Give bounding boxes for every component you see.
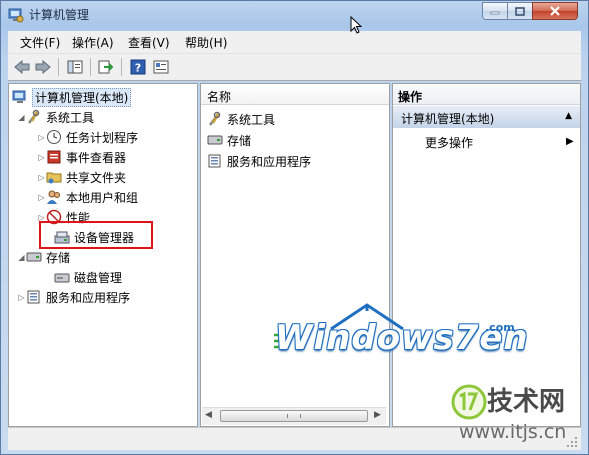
minimize-button[interactable] — [482, 2, 508, 20]
users-icon — [46, 189, 62, 205]
actions-pane: 操作 计算机管理(本地) ▲ 更多操作 ▶ — [392, 83, 581, 427]
close-button[interactable] — [532, 2, 578, 20]
tree-label: 服务和应用程序 — [46, 290, 131, 305]
expand-icon[interactable]: ▷ — [37, 193, 46, 202]
mouse-cursor-icon — [350, 16, 362, 34]
list-item-label: 系统工具 — [227, 112, 276, 127]
event-viewer-icon — [46, 149, 62, 165]
export-list-button[interactable] — [96, 58, 116, 76]
main-window: 计算机管理 文件(F) 操作(A) 查看(V) 帮助(H) ? 计算机管理(本地… — [0, 0, 589, 455]
tools-icon — [26, 109, 42, 125]
list-item-label: 存储 — [227, 133, 252, 148]
tree-label: 系统工具 — [46, 110, 95, 125]
column-name-header[interactable]: 名称 — [207, 88, 231, 105]
list-item[interactable]: 服务和应用程序 — [207, 152, 311, 170]
expand-icon[interactable]: ▷ — [37, 173, 46, 182]
tree-label: 磁盘管理 — [74, 270, 123, 285]
itjs-logo-icon — [451, 384, 487, 420]
tree-item-system-tools[interactable]: ◢ 系统工具 — [17, 108, 94, 126]
minimize-icon — [490, 11, 500, 15]
tree-item-disk-management[interactable]: 磁盘管理 — [54, 268, 122, 286]
help-button[interactable]: ? — [128, 58, 148, 76]
watermark-site-cn: 技术网 — [487, 387, 566, 417]
expand-icon[interactable]: ▷ — [37, 153, 46, 162]
storage-icon — [207, 132, 223, 148]
svg-text:?: ? — [135, 62, 141, 75]
back-arrow-icon — [14, 60, 30, 74]
list-item[interactable]: 系统工具 — [207, 110, 275, 128]
export-list-icon — [98, 60, 114, 74]
submenu-arrow-icon[interactable]: ▶ — [566, 136, 574, 147]
scroll-left-icon[interactable]: ◀ — [205, 410, 212, 420]
scroll-right-icon[interactable]: ▶ — [374, 410, 381, 420]
menu-view[interactable]: 查看(V) — [128, 34, 170, 51]
collapse-icon[interactable]: ◢ — [17, 113, 26, 122]
actions-section-header[interactable]: 计算机管理(本地) ▲ — [393, 106, 580, 128]
tree-label: 事件查看器 — [66, 150, 127, 165]
storage-icon — [26, 249, 42, 265]
back-button[interactable] — [12, 58, 32, 76]
tree-label: 任务计划程序 — [66, 130, 139, 145]
services-icon — [26, 289, 42, 305]
collapse-up-icon[interactable]: ▲ — [565, 111, 572, 121]
tree-item-event-viewer[interactable]: ▷ 事件查看器 — [37, 148, 126, 166]
properties-icon — [153, 60, 169, 74]
list-item[interactable]: 存储 — [207, 131, 251, 149]
actions-section-label: 计算机管理(本地) — [401, 112, 495, 126]
computer-management-icon — [12, 89, 28, 105]
maximize-icon — [515, 6, 525, 16]
menu-action[interactable]: 操作(A) — [72, 34, 114, 51]
list-item-label: 服务和应用程序 — [227, 154, 312, 169]
watermark-url: www.itjs.cn — [459, 421, 567, 443]
horizontal-scrollbar[interactable]: ◀ ▶ — [202, 407, 386, 425]
list-header: 名称 — [201, 84, 389, 105]
services-icon — [207, 153, 223, 169]
tree-root[interactable]: 计算机管理(本地) — [12, 87, 132, 107]
computer-management-icon — [8, 8, 24, 23]
console-tree-pane: 计算机管理(本地) ◢ 系统工具 ▷ 任务计划程序 ▷ 事件查看器 ▷ 共享文件… — [8, 83, 198, 427]
shared-folder-icon — [46, 169, 62, 185]
properties-button[interactable] — [151, 58, 171, 76]
clock-icon — [46, 129, 62, 145]
help-icon: ? — [130, 59, 146, 75]
title-bar[interactable]: 计算机管理 — [1, 1, 588, 29]
more-actions-item[interactable]: 更多操作 — [425, 134, 473, 151]
toolbar: ? — [8, 53, 581, 81]
scroll-thumb[interactable] — [220, 410, 368, 422]
expand-icon[interactable]: ▷ — [17, 293, 26, 302]
maximize-button[interactable] — [507, 2, 533, 20]
tree-root-label: 计算机管理(本地) — [32, 87, 132, 107]
tree-label: 本地用户和组 — [66, 190, 139, 205]
forward-button[interactable] — [33, 58, 53, 76]
highlight-box — [39, 221, 153, 249]
console-tree-icon — [67, 60, 83, 74]
menu-file[interactable]: 文件(F) — [20, 34, 60, 51]
tree-item-task-scheduler[interactable]: ▷ 任务计划程序 — [37, 128, 138, 146]
actions-title: 操作 — [393, 84, 580, 105]
menu-help[interactable]: 帮助(H) — [185, 34, 227, 51]
watermark-com: .com — [485, 321, 515, 334]
tree-item-storage[interactable]: ◢ 存储 — [17, 248, 70, 266]
tools-icon — [207, 111, 223, 127]
menu-bar: 文件(F) 操作(A) 查看(V) 帮助(H) — [8, 31, 581, 53]
tree-item-local-users[interactable]: ▷ 本地用户和组 — [37, 188, 138, 206]
tree-label: 共享文件夹 — [66, 170, 127, 185]
close-icon — [550, 6, 560, 16]
forward-arrow-icon — [35, 60, 51, 74]
show-hide-tree-button[interactable] — [65, 58, 85, 76]
tree-label: 存储 — [46, 250, 71, 265]
collapse-icon[interactable]: ◢ — [17, 253, 26, 262]
tree-item-shared-folders[interactable]: ▷ 共享文件夹 — [37, 168, 126, 186]
expand-icon[interactable]: ▷ — [37, 133, 46, 142]
more-actions-label: 更多操作 — [425, 136, 474, 150]
disk-icon — [54, 269, 70, 285]
list-pane: 名称 系统工具 存储 服务和应用程序 ◀ ▶ — [200, 83, 390, 427]
tree-item-services-apps[interactable]: ▷ 服务和应用程序 — [17, 288, 130, 306]
window-title: 计算机管理 — [29, 8, 90, 22]
resize-grip-icon[interactable] — [566, 436, 578, 448]
